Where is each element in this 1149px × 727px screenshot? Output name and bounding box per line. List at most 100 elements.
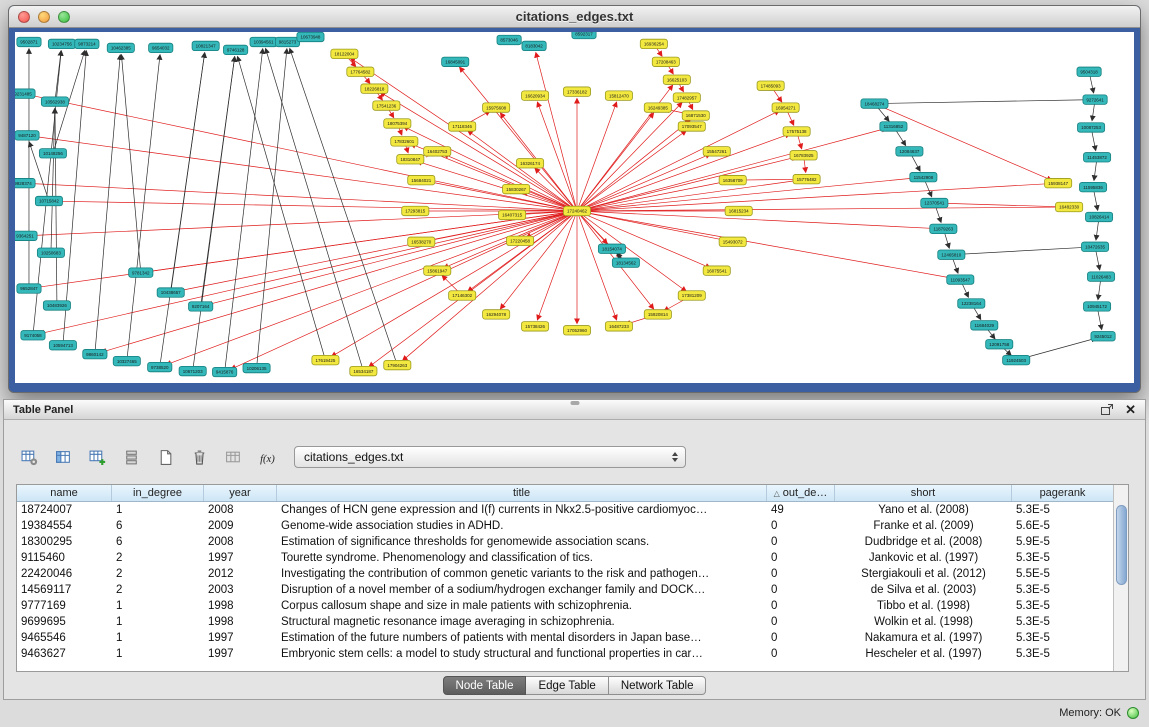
- graph-node[interactable]: 16407315: [499, 210, 526, 219]
- table-row[interactable]: 911546021997Tourette syndrome. Phenomeno…: [17, 550, 1128, 566]
- table-row[interactable]: 946554611997Estimation of the future num…: [17, 630, 1128, 646]
- graph-node[interactable]: 15776482: [793, 174, 820, 183]
- column-header-title[interactable]: title: [277, 485, 767, 501]
- graph-node[interactable]: 9272641: [1083, 95, 1107, 104]
- graph-node[interactable]: 16294078: [483, 310, 510, 319]
- table-row[interactable]: 1938455462009Genome-wide association stu…: [17, 518, 1128, 534]
- network-canvas[interactable]: 1724046216815234154930721607554117381209…: [15, 32, 1134, 383]
- graph-node[interactable]: 16815234: [725, 206, 752, 215]
- graph-node[interactable]: 17093547: [678, 122, 705, 131]
- graph-node[interactable]: 10826414: [1085, 212, 1112, 221]
- graph-node[interactable]: 16936254: [640, 39, 667, 48]
- graph-node[interactable]: 15547261: [703, 147, 730, 156]
- graph-node[interactable]: 9174058: [21, 331, 45, 340]
- graph-node[interactable]: 15738426: [521, 322, 548, 331]
- delete-table-button[interactable]: [186, 445, 212, 469]
- graph-node[interactable]: 9860142: [83, 349, 107, 358]
- graph-node[interactable]: 18134562: [612, 258, 639, 267]
- new-document-button[interactable]: [152, 445, 178, 469]
- column-header-out_degree[interactable]: △out_de…: [767, 485, 835, 501]
- graph-node[interactable]: 17485093: [757, 81, 784, 90]
- graph-node[interactable]: 16534187: [350, 366, 377, 375]
- graph-node[interactable]: 9364251: [15, 231, 37, 240]
- graph-node[interactable]: 10594713: [49, 340, 76, 349]
- graph-node[interactable]: 15684021: [408, 175, 435, 184]
- graph-node[interactable]: 10250683: [37, 248, 64, 257]
- float-panel-icon[interactable]: [1100, 403, 1114, 416]
- select-columns-button[interactable]: [50, 445, 76, 469]
- graph-node[interactable]: 12091758: [986, 339, 1013, 348]
- graph-node[interactable]: 16326174: [517, 159, 544, 168]
- graph-node[interactable]: 10327465: [113, 356, 140, 365]
- graph-node[interactable]: 10472635: [1081, 242, 1108, 251]
- graph-node[interactable]: 17220458: [507, 236, 534, 245]
- tab-edge-table[interactable]: Edge Table: [526, 676, 608, 695]
- graph-node[interactable]: 17208463: [652, 57, 679, 66]
- graph-node[interactable]: 11542908: [910, 172, 937, 181]
- graph-node[interactable]: 8592317: [572, 32, 596, 39]
- graph-node[interactable]: 10562938: [41, 97, 68, 106]
- graph-node[interactable]: 18310847: [397, 155, 424, 164]
- table-chooser-dropdown[interactable]: citations_edges.txt: [294, 446, 686, 468]
- graph-node[interactable]: 18122004: [331, 49, 358, 58]
- close-panel-icon[interactable]: ✕: [1125, 403, 1136, 416]
- table-row[interactable]: 977716911998Corpus callosum shape and si…: [17, 598, 1128, 614]
- graph-node[interactable]: 10821347: [192, 41, 219, 50]
- graph-node[interactable]: 17832601: [391, 137, 418, 146]
- table-row[interactable]: 1830029562008Estimation of significance …: [17, 534, 1128, 550]
- graph-node[interactable]: 9504318: [1077, 67, 1101, 76]
- graph-node[interactable]: 9738520: [148, 362, 172, 371]
- graph-node[interactable]: 17052960: [563, 326, 590, 335]
- graph-node[interactable]: 11026483: [1087, 272, 1114, 281]
- graph-node[interactable]: 15861947: [424, 266, 451, 275]
- graph-node[interactable]: 17118346: [449, 122, 476, 131]
- graph-node[interactable]: 16402753: [424, 147, 451, 156]
- graph-node[interactable]: 17482957: [673, 93, 700, 102]
- graph-node[interactable]: 10438657: [157, 288, 184, 297]
- table-row[interactable]: 2242004622012Investigating the contribut…: [17, 566, 1128, 582]
- graph-node[interactable]: 10148256: [39, 149, 66, 158]
- graph-node[interactable]: 16845091: [442, 57, 469, 66]
- graph-node[interactable]: 15812470: [605, 91, 632, 100]
- graph-node[interactable]: 10715842: [35, 196, 62, 205]
- graph-node[interactable]: 12465810: [938, 250, 965, 259]
- graph-node[interactable]: 16487233: [605, 322, 632, 331]
- zoom-window-button[interactable]: [58, 11, 70, 23]
- split-drag-grip[interactable]: [570, 401, 579, 405]
- graph-node[interactable]: 12084637: [896, 147, 923, 156]
- graph-node[interactable]: 18075394: [384, 119, 411, 128]
- graph-node[interactable]: 16075541: [703, 266, 730, 275]
- graph-node[interactable]: 9487120: [15, 131, 39, 140]
- graph-node[interactable]: 17904263: [384, 360, 411, 369]
- graph-node[interactable]: 16954271: [772, 103, 799, 112]
- graph-node[interactable]: 9652847: [17, 284, 41, 293]
- graph-node[interactable]: 11879263: [930, 224, 957, 233]
- graph-node[interactable]: 11595836: [1079, 182, 1106, 191]
- table-scrollbar[interactable]: [1113, 485, 1128, 671]
- graph-node[interactable]: 10462385: [107, 43, 134, 52]
- column-header-year[interactable]: year: [204, 485, 277, 501]
- column-header-name[interactable]: name: [17, 485, 112, 501]
- graph-node[interactable]: 11684029: [971, 321, 998, 330]
- graph-node[interactable]: 9207164: [189, 302, 213, 311]
- graph-node[interactable]: 11453872: [1083, 153, 1110, 162]
- close-window-button[interactable]: [18, 11, 30, 23]
- graph-node[interactable]: 11924503: [1003, 355, 1030, 364]
- table-row[interactable]: 946362711997Embryonic stem cells: a mode…: [17, 646, 1128, 662]
- graph-node[interactable]: 9928374: [15, 178, 35, 187]
- graph-node[interactable]: 16358709: [719, 175, 746, 184]
- graph-node[interactable]: 9502871: [17, 37, 41, 46]
- graph-node[interactable]: 15938147: [1045, 178, 1072, 187]
- graph-node[interactable]: 17575138: [783, 127, 810, 136]
- graph-node[interactable]: 16249385: [644, 103, 671, 112]
- column-header-in_degree[interactable]: in_degree: [112, 485, 204, 501]
- graph-node[interactable]: 17293815: [402, 206, 429, 215]
- graph-node[interactable]: 10671203: [179, 366, 206, 375]
- graph-node[interactable]: 10945172: [1083, 302, 1110, 311]
- graph-node[interactable]: 17381209: [678, 291, 705, 300]
- graph-node[interactable]: 9815273: [275, 37, 299, 46]
- graph-node[interactable]: 17619425: [312, 355, 339, 364]
- graph-node[interactable]: 18226818: [361, 84, 388, 93]
- graph-node[interactable]: 17146302: [449, 291, 476, 300]
- window-titlebar[interactable]: citations_edges.txt: [9, 6, 1140, 28]
